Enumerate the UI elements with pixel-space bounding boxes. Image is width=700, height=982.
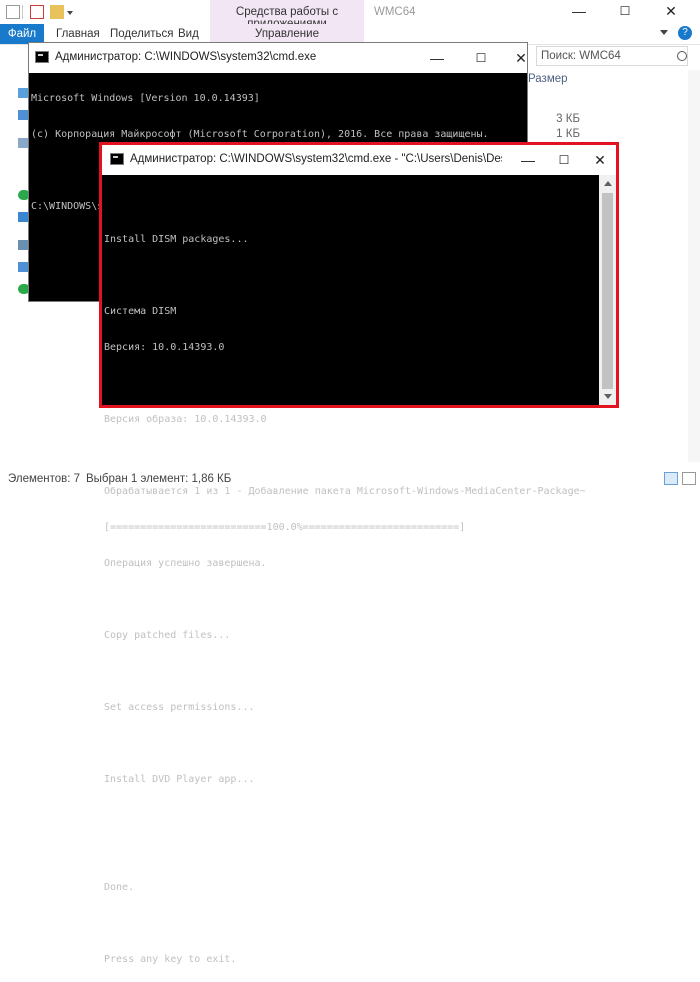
file-size: 1 КБ xyxy=(556,128,580,140)
console-line: Система DISM xyxy=(104,306,177,317)
console-line: Install DISM packages... xyxy=(104,234,249,245)
search-input[interactable]: Поиск: WMC64 xyxy=(536,46,688,66)
details-view-button[interactable] xyxy=(664,472,678,485)
console-line: Microsoft Windows [Version 10.0.14393] xyxy=(31,93,260,104)
console-line: (c) Корпорация Майкрософт (Microsoft Cor… xyxy=(31,129,489,140)
cmd-back-close-button[interactable]: ✕ xyxy=(499,43,543,73)
checkmark-icon[interactable] xyxy=(30,5,44,19)
scroll-up-icon[interactable] xyxy=(604,181,612,186)
cmd-front-titlebar[interactable]: Администратор: C:\WINDOWS\system32\cmd.e… xyxy=(102,145,616,175)
console-line: Install DVD Player app... xyxy=(104,774,255,785)
close-button[interactable]: ✕ xyxy=(648,0,694,24)
customize-toolbar-icon[interactable] xyxy=(67,11,73,15)
console-line: Операция успешно завершена. xyxy=(104,558,267,569)
separator xyxy=(22,5,23,19)
minimize-button[interactable]: — xyxy=(556,0,602,24)
tab-manage[interactable]: Управление xyxy=(210,24,364,44)
file-size: 3 КБ xyxy=(556,113,580,125)
console-line: Обрабатывается 1 из 1 - Добавление пакет… xyxy=(104,486,586,497)
console-line: Версия: 10.0.14393.0 xyxy=(104,342,225,353)
scroll-thumb[interactable] xyxy=(602,193,613,389)
cmd-window-front: Администратор: C:\WINDOWS\system32\cmd.e… xyxy=(102,145,616,965)
large-icons-view-button[interactable] xyxy=(682,472,696,485)
console-line: Copy patched files... xyxy=(104,630,231,641)
console-line: [==========================100.0%=======… xyxy=(104,522,466,533)
cmd-icon xyxy=(35,51,49,63)
cmd-front-output: Install DISM packages... Система DISM Ве… xyxy=(104,174,599,982)
cmd-front-close-button[interactable]: ✕ xyxy=(578,145,622,175)
scroll-down-icon[interactable] xyxy=(604,394,612,399)
cmd-front-scrollbar[interactable] xyxy=(599,175,616,405)
explorer-scrollbar[interactable] xyxy=(688,70,700,462)
column-header-size[interactable]: Размер xyxy=(528,73,568,85)
console-line: Press any key to exit. xyxy=(104,954,237,965)
highlight-frame: Администратор: C:\WINDOWS\system32\cmd.e… xyxy=(99,142,619,965)
search-icon xyxy=(677,51,687,61)
cmd-icon xyxy=(110,153,124,165)
tab-view[interactable]: Вид xyxy=(178,24,199,44)
window-title: WMC64 xyxy=(374,6,416,18)
tab-share[interactable]: Поделиться xyxy=(110,24,174,44)
console-line: Версия образа: 10.0.14393.0 xyxy=(104,414,267,425)
expand-ribbon-icon[interactable] xyxy=(660,30,668,35)
status-item-count: Элементов: 7 xyxy=(8,473,81,485)
tab-file[interactable]: Файл xyxy=(0,24,44,44)
maximize-button[interactable]: ☐ xyxy=(602,0,648,24)
console-line: Done. xyxy=(104,882,135,893)
cmd-front-title: Администратор: C:\WINDOWS\system32\cmd.e… xyxy=(130,153,502,165)
properties-icon[interactable] xyxy=(6,5,20,19)
cmd-back-title: Администратор: C:\WINDOWS\system32\cmd.e… xyxy=(55,51,317,63)
tab-home[interactable]: Главная xyxy=(56,24,100,44)
help-icon[interactable]: ? xyxy=(678,26,692,40)
new-folder-icon[interactable] xyxy=(50,5,64,19)
console-line: Set access permissions... xyxy=(104,702,255,713)
